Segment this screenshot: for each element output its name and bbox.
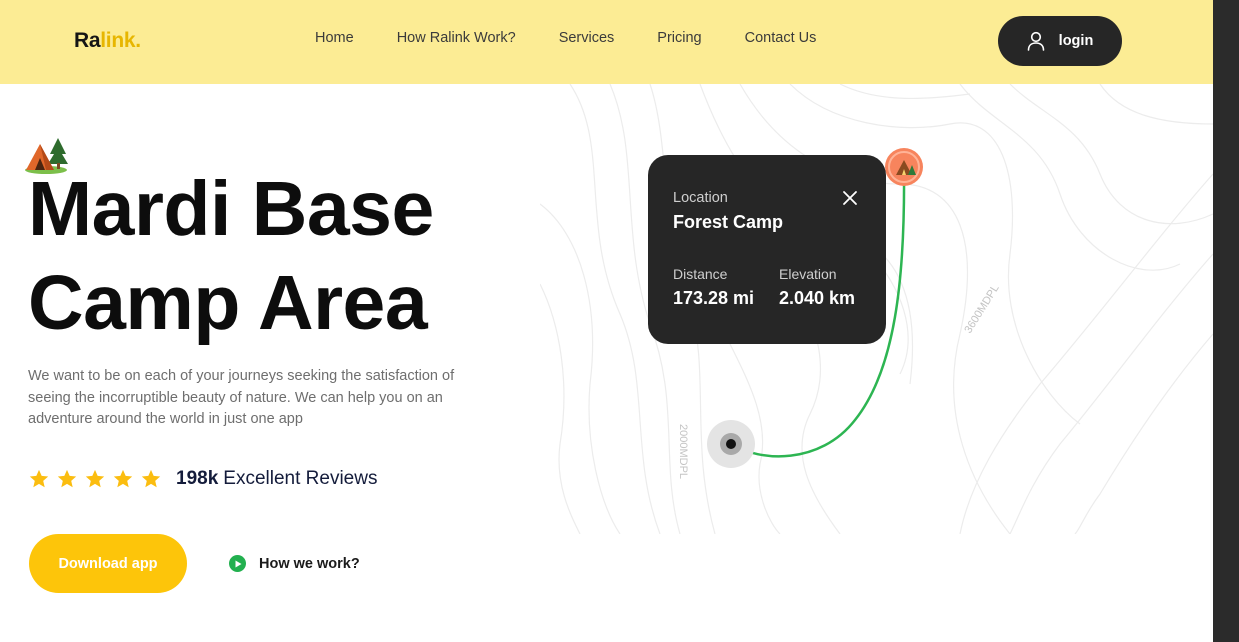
elevation-value: 2.040 km: [779, 288, 856, 308]
logo[interactable]: Ralink.: [74, 29, 141, 53]
logo-text-dark: Ra: [74, 29, 101, 52]
how-we-work-label: How we work?: [259, 555, 360, 572]
download-app-button[interactable]: Download app: [29, 534, 187, 593]
nav-pricing[interactable]: Pricing: [657, 30, 701, 46]
camp-location-pin[interactable]: [884, 147, 924, 193]
login-button[interactable]: login: [998, 16, 1122, 66]
location-value: Forest Camp: [673, 212, 784, 232]
review-label: Excellent Reviews: [223, 468, 378, 489]
location-label: Location: [673, 190, 728, 206]
site-header: Ralink. Home How Ralink Work? Services P…: [0, 0, 1213, 84]
star-icon: [29, 469, 49, 488]
start-point-marker[interactable]: [706, 419, 756, 469]
landing-page: Ralink. Home How Ralink Work? Services P…: [0, 0, 1213, 642]
nav-how-it-works[interactable]: How Ralink Work?: [397, 30, 516, 46]
star-icon: [141, 469, 161, 488]
star-icon: [57, 469, 77, 488]
hero-title: Mardi Base Camp Area: [28, 162, 548, 350]
review-count: 198k: [176, 468, 219, 489]
nav-contact[interactable]: Contact Us: [745, 30, 817, 46]
logo-text-accent: link.: [100, 29, 141, 52]
hero-title-line-2: Camp Area: [28, 260, 428, 346]
distance-label: Distance: [673, 266, 728, 282]
how-we-work-link[interactable]: How we work?: [229, 555, 360, 572]
rating-block: 198k Excellent Reviews: [28, 468, 377, 490]
hero-title-line-1: Mardi Base: [28, 166, 434, 252]
play-icon: [229, 555, 246, 572]
main-nav: Home How Ralink Work? Services Pricing C…: [315, 30, 859, 46]
contour-label-3600: 3600MDPL: [962, 283, 1001, 336]
nav-home[interactable]: Home: [315, 30, 354, 46]
contour-label-2000: 2000MDPL: [677, 424, 689, 479]
star-icon: [113, 469, 133, 488]
distance-value: 173.28 mi: [673, 288, 755, 308]
star-rating: [28, 468, 162, 490]
nav-services[interactable]: Services: [559, 30, 615, 46]
star-icon: [85, 469, 105, 488]
location-info-card: Location Forest Camp Distance 173.28 mi …: [648, 155, 886, 344]
user-icon: [1027, 31, 1044, 51]
login-label: login: [1058, 33, 1094, 49]
close-icon[interactable]: [841, 189, 859, 207]
hero-description: We want to be on each of your journeys s…: [28, 368, 455, 427]
window-edge: [1213, 0, 1239, 642]
elevation-label: Elevation: [779, 266, 837, 282]
